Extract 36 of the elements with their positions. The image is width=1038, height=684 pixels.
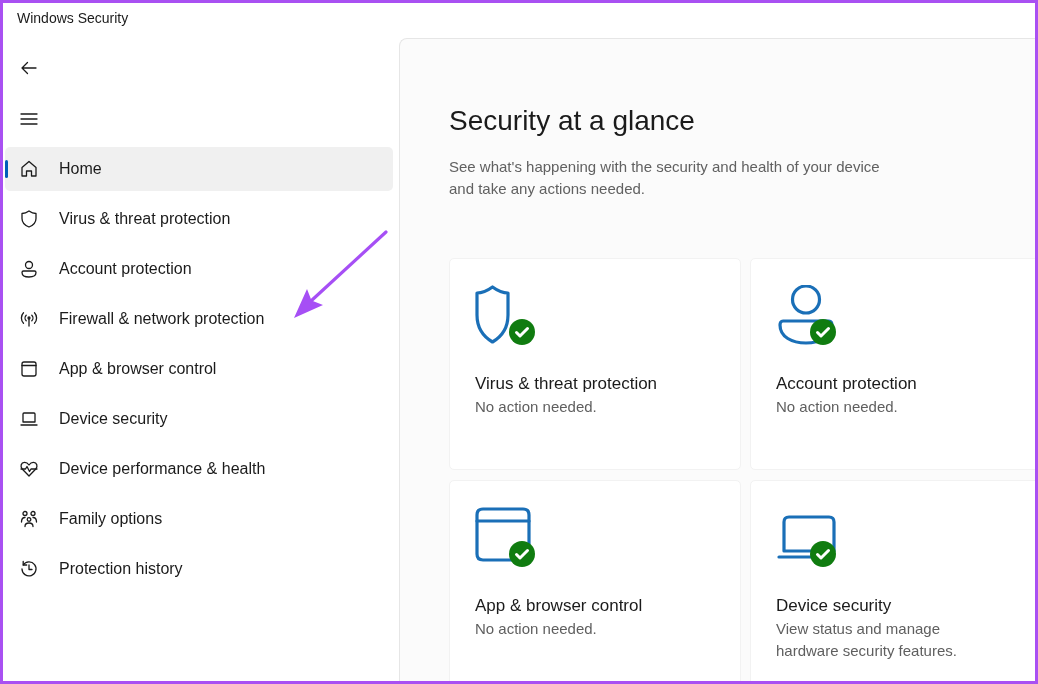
antenna-icon — [19, 309, 39, 329]
page-description: See what's happening with the security and health of your device and take any actions needed. — [449, 157, 881, 199]
person-icon — [776, 285, 836, 345]
shield-icon — [19, 209, 39, 229]
card-status-text: No action needed. — [475, 397, 598, 417]
window-title: Windows Security — [17, 10, 129, 26]
status-card[interactable]: Virus & threat protection No action needed. — [449, 258, 741, 470]
home-icon — [19, 159, 39, 179]
status-card[interactable]: Device security View status and manage hardware security features. — [750, 480, 1035, 681]
family-icon — [19, 509, 39, 529]
nav-item[interactable]: Device security — [5, 397, 393, 441]
status-card[interactable]: Account protection No action needed. — [750, 258, 1035, 470]
window-icon — [475, 507, 531, 563]
nav-item[interactable]: Family options — [5, 497, 393, 541]
nav-item[interactable]: Account protection — [5, 247, 393, 291]
heartbeat-icon — [19, 459, 39, 479]
nav-item[interactable]: Device performance & health — [5, 447, 393, 491]
nav-item[interactable]: Protection history — [5, 547, 393, 591]
history-icon — [19, 559, 39, 579]
card-status-text: No action needed. — [776, 397, 899, 417]
person-icon — [19, 259, 39, 279]
page-heading: Security at a glance — [449, 104, 696, 138]
nav-item[interactable]: App & browser control — [5, 347, 393, 391]
status-card[interactable]: App & browser control No action needed. — [449, 480, 741, 681]
laptop-icon — [19, 409, 39, 429]
card-title: Account protection — [776, 373, 918, 395]
nav-item[interactable]: Home — [5, 147, 393, 191]
window-icon — [19, 359, 39, 379]
card-status-text: No action needed. — [475, 619, 598, 639]
nav-item[interactable]: Firewall & network protection — [5, 297, 393, 341]
card-title: Virus & threat protection — [475, 373, 659, 395]
card-status-text: View status and manage hardware security features. — [776, 619, 958, 661]
card-title: App & browser control — [475, 595, 644, 617]
card-title: Device security — [776, 595, 893, 617]
nav-item[interactable]: Virus & threat protection — [5, 197, 393, 241]
shield-icon — [475, 285, 510, 345]
